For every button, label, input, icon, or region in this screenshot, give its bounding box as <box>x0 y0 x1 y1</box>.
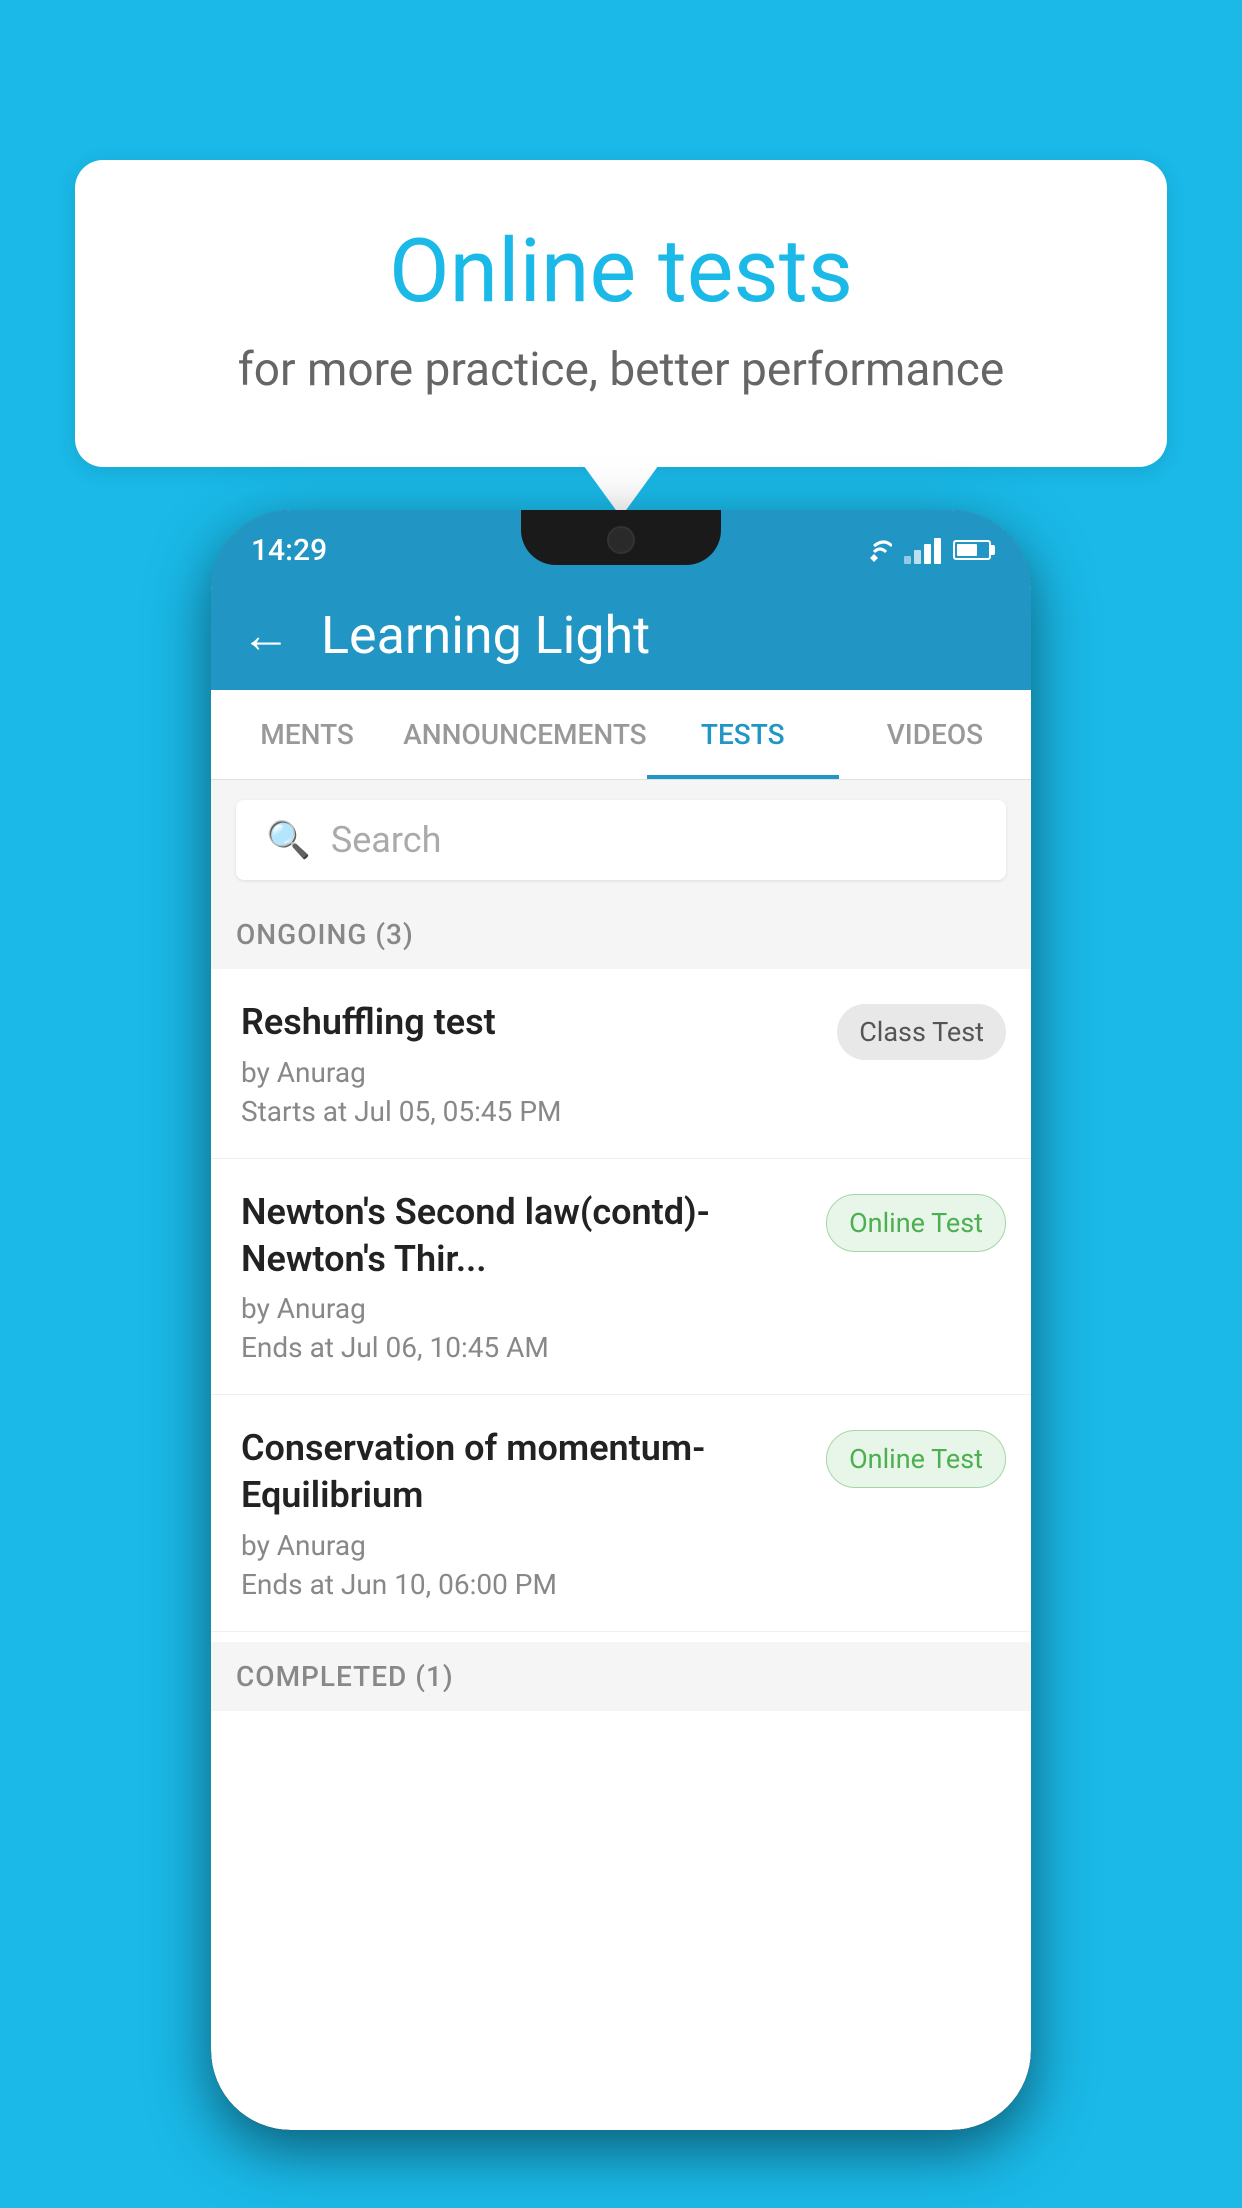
wifi-icon <box>856 536 892 564</box>
tab-videos[interactable]: VIDEOS <box>839 690 1031 779</box>
bubble-subtitle: for more practice, better performance <box>155 343 1087 397</box>
search-box[interactable]: 🔍 Search <box>236 800 1006 880</box>
test-badge-newton: Online Test <box>826 1194 1006 1252</box>
completed-section-header: COMPLETED (1) <box>211 1642 1031 1711</box>
search-placeholder: Search <box>331 819 442 861</box>
test-info-newton: Newton's Second law(contd)-Newton's Thir… <box>241 1189 806 1365</box>
test-date-newton: Ends at Jul 06, 10:45 AM <box>241 1331 806 1364</box>
tabs-bar: MENTS ANNOUNCEMENTS TESTS VIDEOS <box>211 690 1031 780</box>
tab-ments[interactable]: MENTS <box>211 690 403 779</box>
bubble-title: Online tests <box>155 220 1087 323</box>
completed-title: COMPLETED (1) <box>236 1660 454 1693</box>
test-by-newton: by Anurag <box>241 1292 806 1325</box>
test-badge-conservation: Online Test <box>826 1430 1006 1488</box>
front-camera <box>607 526 635 554</box>
phone-notch <box>521 510 721 565</box>
ongoing-section-header: ONGOING (3) <box>211 900 1031 969</box>
battery-icon <box>953 540 991 560</box>
test-name-reshuffling: Reshuffling test <box>241 999 817 1046</box>
test-info-conservation: Conservation of momentum-Equilibrium by … <box>241 1425 806 1601</box>
app-title: Learning Light <box>321 605 650 666</box>
phone-frame: 14:29 <box>211 510 1031 2130</box>
test-item-newton[interactable]: Newton's Second law(contd)-Newton's Thir… <box>211 1159 1031 1396</box>
signal-icon <box>904 536 941 564</box>
test-by-conservation: by Anurag <box>241 1529 806 1562</box>
app-bar: ← Learning Light <box>211 580 1031 690</box>
tab-announcements[interactable]: ANNOUNCEMENTS <box>403 690 646 779</box>
promo-bubble: Online tests for more practice, better p… <box>75 160 1167 467</box>
test-name-conservation: Conservation of momentum-Equilibrium <box>241 1425 806 1519</box>
status-icons <box>856 536 991 564</box>
test-name-newton: Newton's Second law(contd)-Newton's Thir… <box>241 1189 806 1283</box>
test-item-conservation[interactable]: Conservation of momentum-Equilibrium by … <box>211 1395 1031 1632</box>
test-item-reshuffling[interactable]: Reshuffling test by Anurag Starts at Jul… <box>211 969 1031 1159</box>
test-list: Reshuffling test by Anurag Starts at Jul… <box>211 969 1031 1632</box>
phone-body: 14:29 <box>211 510 1031 2130</box>
test-date-reshuffling: Starts at Jul 05, 05:45 PM <box>241 1095 817 1128</box>
search-container: 🔍 Search <box>211 780 1031 900</box>
test-by-reshuffling: by Anurag <box>241 1056 817 1089</box>
ongoing-title: ONGOING (3) <box>236 918 414 951</box>
test-badge-reshuffling: Class Test <box>837 1004 1006 1060</box>
back-button[interactable]: ← <box>241 606 291 665</box>
phone-screen: 14:29 <box>211 510 1031 2130</box>
test-date-conservation: Ends at Jun 10, 06:00 PM <box>241 1568 806 1601</box>
search-icon: 🔍 <box>266 819 311 861</box>
test-info-reshuffling: Reshuffling test by Anurag Starts at Jul… <box>241 999 817 1128</box>
tab-tests[interactable]: TESTS <box>647 690 839 779</box>
status-time: 14:29 <box>251 533 327 568</box>
